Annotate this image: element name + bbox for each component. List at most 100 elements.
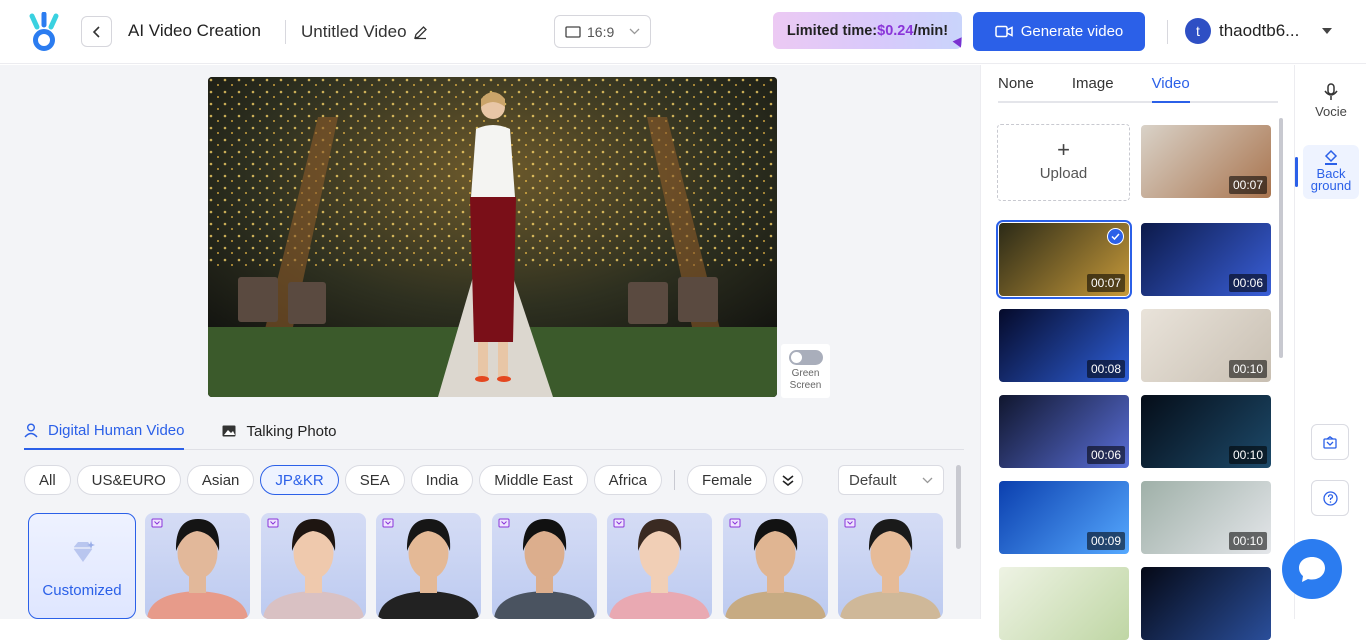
avatar-portrait xyxy=(262,519,364,619)
chip-sea[interactable]: SEA xyxy=(344,465,405,495)
chip-all[interactable]: All xyxy=(24,465,71,495)
generate-video-button[interactable]: Generate video xyxy=(973,12,1145,51)
selected-check-icon xyxy=(1107,228,1124,245)
avatar-portrait xyxy=(840,519,941,619)
aspect-ratio-select[interactable]: 16:9 xyxy=(554,15,651,48)
background-video-thumb[interactable]: 00:06 xyxy=(1141,223,1271,296)
chip-us-euro[interactable]: US&EURO xyxy=(76,465,181,495)
aspect-ratio-value: 16:9 xyxy=(587,23,615,40)
upload-background-button[interactable]: + Upload xyxy=(997,124,1130,201)
plus-icon: + xyxy=(1057,137,1070,162)
video-duration: 00:08 xyxy=(1086,360,1125,378)
avatar-type-tabs: Digital Human Video Talking Photo xyxy=(24,418,964,450)
avatar-card[interactable] xyxy=(376,513,481,619)
tab-talking-photo[interactable]: Talking Photo xyxy=(222,418,337,450)
chip-female[interactable]: Female xyxy=(687,465,768,495)
avatar-card[interactable] xyxy=(491,513,597,619)
chip-india[interactable]: India xyxy=(410,465,474,495)
chip-asian[interactable]: Asian xyxy=(186,465,255,495)
avatar-portrait xyxy=(493,519,595,619)
crown-icon xyxy=(151,518,163,528)
background-video-thumb[interactable]: 00:10 xyxy=(1141,395,1271,468)
background-video-thumb[interactable]: 00:07 xyxy=(1141,125,1271,198)
video-duration: 00:10 xyxy=(1228,360,1267,378)
background-video-thumb[interactable]: 00:09 xyxy=(999,481,1129,554)
green-screen-toggle[interactable]: Green Screen xyxy=(781,344,830,398)
divider xyxy=(1167,20,1168,44)
chip-middle-east[interactable]: Middle East xyxy=(479,465,588,495)
help-button[interactable] xyxy=(1311,480,1349,516)
video-name-text: Untitled Video xyxy=(301,22,407,41)
rail-voice[interactable]: Vocie xyxy=(1295,83,1366,119)
avatar-portrait xyxy=(724,519,826,619)
promo-price: $0.24 xyxy=(877,22,914,39)
avatar-card[interactable] xyxy=(607,513,712,619)
question-circle-icon xyxy=(1322,490,1338,506)
background-video-thumb[interactable]: 00:10 xyxy=(1141,481,1271,554)
avatar-card[interactable] xyxy=(260,513,366,619)
screen-ratio-icon xyxy=(565,25,581,38)
crown-icon xyxy=(1323,435,1337,449)
tab-video[interactable]: Video xyxy=(1151,65,1190,103)
scrollbar[interactable] xyxy=(1279,118,1283,358)
avatar-portrait xyxy=(378,519,479,619)
filter-chips: All US&EURO Asian JP&KR SEA India Middle… xyxy=(24,465,804,495)
preview-scene xyxy=(208,77,777,397)
background-video-thumb[interactable]: 00:07 xyxy=(996,220,1132,299)
tab-digital-human-video[interactable]: Digital Human Video xyxy=(24,418,185,450)
rail-background[interactable]: Back ground xyxy=(1295,149,1366,192)
video-duration: 00:06 xyxy=(1086,446,1125,464)
crown-icon xyxy=(267,518,278,528)
double-chevron-down-icon xyxy=(782,474,794,486)
avatar-card[interactable] xyxy=(722,513,828,619)
toggle-switch[interactable] xyxy=(788,350,823,365)
sort-select[interactable]: Default xyxy=(838,465,944,495)
scrollbar[interactable] xyxy=(956,465,961,549)
avatar: t xyxy=(1185,18,1211,44)
premium-button[interactable] xyxy=(1311,424,1349,460)
video-preview[interactable] xyxy=(208,77,777,397)
divider xyxy=(980,65,981,619)
background-video-thumb[interactable]: 00:08 xyxy=(999,309,1129,382)
edit-pencil-icon[interactable] xyxy=(413,25,428,40)
tab-none[interactable]: None xyxy=(998,64,1034,102)
tab-image[interactable]: Image xyxy=(1072,64,1114,102)
chip-jp-kr[interactable]: JP&KR xyxy=(260,465,339,495)
chevron-down-icon xyxy=(922,477,933,483)
chat-bubble-icon xyxy=(1299,557,1325,582)
video-duration: 00:10 xyxy=(1228,532,1267,550)
avatar-card[interactable] xyxy=(838,513,943,619)
expand-filters-button[interactable] xyxy=(773,465,804,495)
background-video-thumb[interactable] xyxy=(1141,567,1271,640)
avatar-portrait xyxy=(609,519,710,619)
green-screen-label: Green xyxy=(791,368,820,379)
diamond-icon xyxy=(73,541,95,562)
chat-support-button[interactable] xyxy=(1282,539,1342,599)
customized-avatar-card[interactable]: Customized xyxy=(28,513,136,619)
user-menu[interactable]: t thaodtb6... xyxy=(1185,18,1299,44)
video-duration: 00:10 xyxy=(1228,446,1267,464)
video-duration: 00:06 xyxy=(1228,274,1267,292)
chevron-left-icon xyxy=(92,25,100,38)
video-name[interactable]: Untitled Video xyxy=(301,22,428,42)
promo-badge[interactable]: Limited time: $0.24/min! xyxy=(773,12,962,49)
caret-down-icon[interactable] xyxy=(1322,28,1332,34)
background-video-thumb[interactable] xyxy=(999,567,1129,640)
promo-suffix: /min! xyxy=(913,22,949,39)
background-tabs: None Image Video xyxy=(998,65,1278,103)
crown-icon xyxy=(729,518,740,528)
avatar-card[interactable] xyxy=(145,513,250,619)
chip-africa[interactable]: Africa xyxy=(593,465,663,495)
rail-voice-label: Vocie xyxy=(1315,104,1347,119)
back-button[interactable] xyxy=(81,16,112,47)
video-duration: 00:09 xyxy=(1086,532,1125,550)
customized-label: Customized xyxy=(42,582,122,599)
background-video-thumb[interactable]: 00:06 xyxy=(999,395,1129,468)
background-video-thumb[interactable]: 00:10 xyxy=(1141,309,1271,382)
rail-background-label: ground xyxy=(1310,178,1352,193)
divider xyxy=(285,20,286,44)
image-icon xyxy=(222,425,236,437)
app-title: AI Video Creation xyxy=(128,21,261,40)
app-logo-icon[interactable] xyxy=(28,12,60,52)
upload-label: Upload xyxy=(1039,165,1088,182)
